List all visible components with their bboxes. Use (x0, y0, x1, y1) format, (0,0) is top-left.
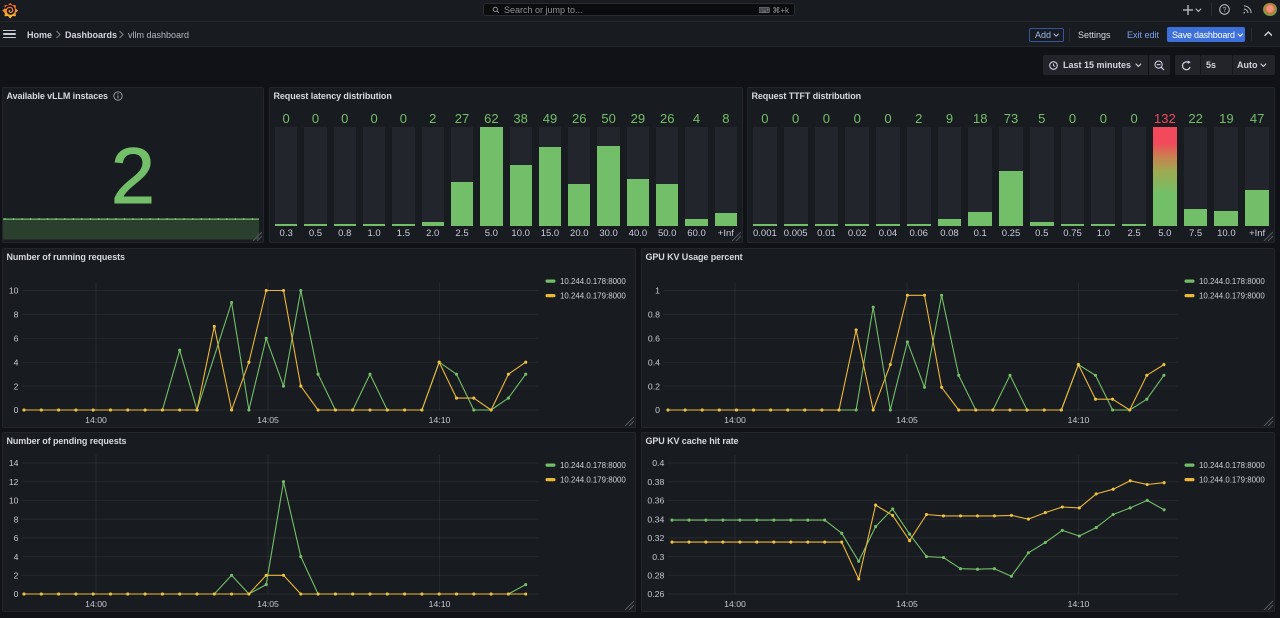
svg-text:0: 0 (655, 405, 660, 415)
svg-text:14: 14 (9, 458, 19, 468)
svg-text:14:05: 14:05 (257, 599, 279, 609)
svg-text:0.26: 0.26 (647, 589, 664, 599)
svg-text:10.244.0.179:8000: 10.244.0.179:8000 (560, 292, 626, 301)
svg-text:14:05: 14:05 (257, 415, 279, 425)
svg-text:14:10: 14:10 (429, 415, 451, 425)
svg-text:4: 4 (14, 552, 19, 562)
svg-text:14:10: 14:10 (1068, 415, 1090, 425)
svg-text:0: 0 (14, 405, 19, 415)
svg-text:14:05: 14:05 (896, 415, 918, 425)
svg-text:8: 8 (14, 310, 19, 320)
svg-text:10: 10 (9, 496, 19, 506)
svg-text:10.244.0.178:8000: 10.244.0.178:8000 (560, 461, 626, 470)
svg-text:2: 2 (14, 381, 19, 391)
svg-text:14:00: 14:00 (724, 599, 746, 609)
svg-text:0.8: 0.8 (648, 310, 660, 320)
svg-text:0.32: 0.32 (647, 533, 664, 543)
svg-text:10: 10 (9, 286, 19, 296)
svg-text:10.244.0.178:8000: 10.244.0.178:8000 (1199, 461, 1265, 470)
svg-text:14:00: 14:00 (85, 415, 107, 425)
svg-text:0.4: 0.4 (652, 458, 664, 468)
svg-text:12: 12 (9, 477, 19, 487)
svg-text:1: 1 (655, 286, 660, 296)
svg-text:14:10: 14:10 (429, 599, 451, 609)
svg-text:4: 4 (14, 357, 19, 367)
svg-text:0.4: 0.4 (648, 357, 660, 367)
svg-text:6: 6 (14, 334, 19, 344)
svg-text:10.244.0.178:8000: 10.244.0.178:8000 (1199, 277, 1265, 286)
svg-text:0: 0 (14, 589, 19, 599)
svg-text:0.3: 0.3 (652, 552, 664, 562)
svg-text:10.244.0.178:8000: 10.244.0.178:8000 (560, 277, 626, 286)
svg-text:10.244.0.179:8000: 10.244.0.179:8000 (560, 476, 626, 485)
svg-text:6: 6 (14, 533, 19, 543)
svg-text:0.38: 0.38 (647, 477, 664, 487)
svg-text:0.28: 0.28 (647, 570, 664, 580)
svg-text:0.6: 0.6 (648, 334, 660, 344)
svg-text:14:10: 14:10 (1068, 599, 1090, 609)
svg-text:14:00: 14:00 (724, 415, 746, 425)
svg-text:8: 8 (14, 514, 19, 524)
svg-text:0.2: 0.2 (648, 381, 660, 391)
svg-text:2: 2 (14, 570, 19, 580)
svg-text:0.36: 0.36 (647, 496, 664, 506)
svg-text:0.34: 0.34 (647, 514, 664, 524)
svg-text:10.244.0.179:8000: 10.244.0.179:8000 (1199, 476, 1265, 485)
svg-text:10.244.0.179:8000: 10.244.0.179:8000 (1199, 292, 1265, 301)
svg-text:14:05: 14:05 (896, 599, 918, 609)
svg-text:14:00: 14:00 (85, 599, 107, 609)
